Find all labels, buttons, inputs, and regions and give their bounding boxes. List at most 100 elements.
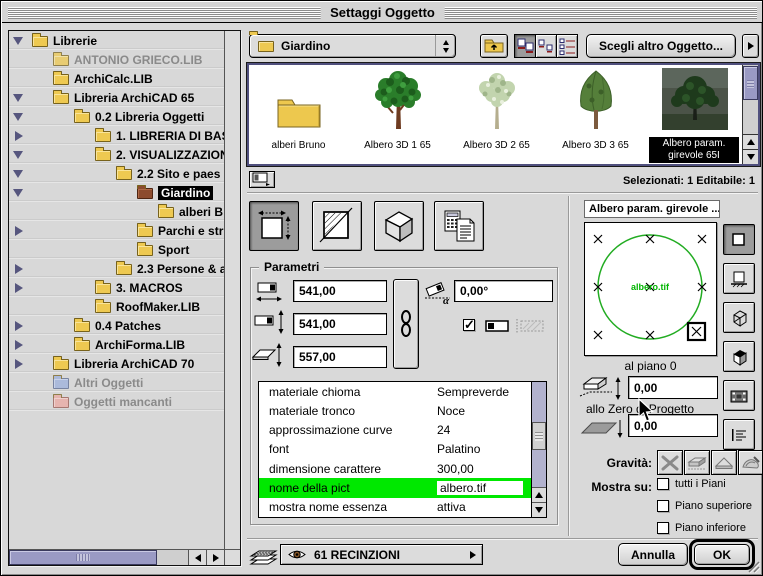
tree-item-2-2-sito-e-paes[interactable]: 2.2 Sito e paes	[9, 164, 224, 183]
tree-item-libreria-archicad-65[interactable]: Libreria ArchiCAD 65	[9, 88, 224, 107]
disclosure-triangle-icon[interactable]	[13, 189, 23, 197]
scroll-down-button[interactable]	[532, 502, 546, 517]
preview-2d-symbol-button[interactable]	[723, 224, 755, 255]
tab-3d-model[interactable]	[374, 201, 424, 251]
disclosure-triangle-icon[interactable]	[13, 170, 23, 178]
gravity-mesh-button[interactable]	[738, 450, 763, 475]
elevation-to-floor-input[interactable]	[628, 414, 718, 437]
width-input[interactable]	[293, 280, 387, 302]
preview-shaded-button[interactable]	[723, 341, 755, 372]
scrollbar-thumb[interactable]	[9, 550, 157, 565]
tree-item-roofmaker-lib[interactable]: RoofMaker.LIB	[9, 297, 224, 316]
disclosure-triangle-icon[interactable]	[15, 226, 23, 236]
tree-item-giardino[interactable]: Giardino	[9, 183, 224, 202]
scroll-right-button[interactable]	[206, 550, 224, 565]
parameter-row-materiale-chioma[interactable]: materiale chiomaSempreverde	[259, 382, 531, 401]
tree-item-label: Libreria ArchiCAD 70	[74, 357, 194, 371]
resize-grip-icon[interactable]	[747, 560, 760, 573]
scrollbar-thumb[interactable]	[743, 66, 758, 100]
parameter-row-materiale-tronco[interactable]: materiale troncoNoce	[259, 401, 531, 420]
checkbox-piano-superiore[interactable]	[657, 500, 669, 512]
title-bar[interactable]: Settaggi Oggetto	[2, 2, 763, 23]
tree-item-2-3-persone-a[interactable]: 2.3 Persone & a	[9, 259, 224, 278]
height-input[interactable]	[293, 346, 387, 368]
disclosure-triangle-icon[interactable]	[13, 113, 23, 121]
object-thumbnail-albero-3d-1-65[interactable]: Albero 3D 1 65	[348, 65, 447, 164]
tree-item-archiforma-lib[interactable]: ArchiForma.LIB	[9, 335, 224, 354]
up-folder-button[interactable]	[480, 34, 508, 58]
table-scrollbar[interactable]	[531, 382, 546, 517]
disclosure-triangle-icon[interactable]	[15, 340, 23, 350]
panel-layout-button[interactable]	[249, 171, 275, 188]
disclosure-triangle-icon[interactable]	[15, 131, 23, 141]
disclosure-triangle-icon[interactable]	[15, 283, 23, 293]
checkbox-piano-inferiore[interactable]	[657, 522, 669, 534]
tab-listing[interactable]	[434, 201, 484, 251]
tree-item-0-2-libreria-oggetti[interactable]: 0.2 Libreria Oggetti	[9, 107, 224, 126]
object-thumbnail-albero-param-girevole-65i[interactable]: Albero param. girevole 65I	[645, 65, 742, 164]
tree-item-antonio-grieco-lib[interactable]: ANTONIO GRIECO.LIB	[9, 50, 224, 69]
tree-item-altri-oggetti[interactable]: Altri Oggetti	[9, 373, 224, 392]
preview-description-button[interactable]	[723, 419, 755, 450]
parameter-value: albero.tif	[437, 481, 523, 495]
cancel-button[interactable]: Annulla	[618, 543, 688, 566]
tree-item-sport[interactable]: Sport	[9, 240, 224, 259]
disclosure-triangle-icon[interactable]	[13, 151, 23, 159]
tree-horizontal-scrollbar[interactable]	[9, 549, 224, 565]
scroll-up-button[interactable]	[743, 134, 758, 149]
layer-popup[interactable]: 61 RECINZIONI	[280, 544, 483, 565]
gravity-none-button[interactable]	[657, 450, 683, 475]
tree-item-alberi-b[interactable]: alberi B	[9, 202, 224, 221]
disclosure-triangle-icon[interactable]	[15, 359, 23, 369]
tab-section-2d[interactable]	[312, 201, 362, 251]
link-dimensions-button[interactable]	[393, 279, 419, 369]
tree-item-0-4-patches[interactable]: 0.4 Patches	[9, 316, 224, 335]
parameter-row-approssimazione-curve[interactable]: approssimazione curve24	[259, 421, 531, 440]
object-thumbnail-albero-3d-3-65[interactable]: Albero 3D 3 65	[546, 65, 645, 164]
parameter-row-nome-della-pict[interactable]: nome della pictalbero.tif	[259, 478, 531, 497]
scroll-left-button[interactable]	[188, 550, 206, 565]
gravity-roof-button[interactable]	[711, 450, 737, 475]
preview-front-view-button[interactable]	[723, 263, 755, 294]
browser-scrollbar[interactable]	[742, 65, 758, 164]
choose-other-object-button[interactable]: Scegli altro Oggetto...	[586, 34, 736, 58]
gravity-slab-button[interactable]	[684, 450, 710, 475]
scroll-down-button[interactable]	[743, 149, 758, 164]
parameter-row-mostra-nome-essenza[interactable]: mostra nome essenzaattiva	[259, 498, 531, 517]
scroll-up-button[interactable]	[532, 487, 546, 502]
parameter-row-dimensione-carattere[interactable]: dimensione carattere300,00	[259, 459, 531, 478]
tree-item-librerie[interactable]: Librerie	[9, 31, 224, 50]
tree-item-parchi-e-str[interactable]: Parchi e str	[9, 221, 224, 240]
preview-photorender-button[interactable]	[723, 380, 755, 411]
scrollbar-thumb[interactable]	[532, 422, 546, 450]
disclosure-triangle-icon[interactable]	[13, 37, 23, 45]
more-options-button[interactable]	[742, 34, 759, 58]
elevation-to-zero-input[interactable]	[628, 376, 718, 399]
object-thumbnail-albero-3d-2-65[interactable]: Albero 3D 2 65	[447, 65, 546, 164]
tree-item-1-libreria-di-bas[interactable]: 1. LIBRERIA DI BAS	[9, 126, 224, 145]
tree-vertical-scrollbar[interactable]	[224, 31, 240, 549]
parameter-row-font[interactable]: fontPalatino	[259, 440, 531, 459]
tree-item-archicalc-lib[interactable]: ArchiCalc.LIB	[9, 69, 224, 88]
mirror-checkbox[interactable]	[463, 319, 475, 331]
tree-item-label: 2. VISUALIZZAZION	[116, 148, 224, 162]
checkbox-tutti-i-piani[interactable]	[657, 478, 669, 490]
folder-popup[interactable]: Giardino	[249, 34, 456, 58]
object-thumbnail-alberi-bruno[interactable]: alberi Bruno	[249, 65, 348, 164]
tree-item-3-macros[interactable]: 3. MACROS	[9, 278, 224, 297]
ok-button[interactable]: OK	[694, 544, 750, 565]
tab-dimensions[interactable]	[249, 201, 299, 251]
preview-wireframe-button[interactable]	[723, 302, 755, 333]
disclosure-triangle-icon[interactable]	[15, 264, 23, 274]
depth-input[interactable]	[293, 313, 387, 335]
tree-item-oggetti-mancanti[interactable]: Oggetti mancanti	[9, 392, 224, 411]
disclosure-triangle-icon[interactable]	[13, 94, 23, 102]
tree-item-2-visualizzazion[interactable]: 2. VISUALIZZAZION	[9, 145, 224, 164]
disclosure-triangle-icon[interactable]	[15, 321, 23, 331]
parameter-value-editbox[interactable]: albero.tif	[437, 481, 523, 495]
rotation-angle-input[interactable]	[454, 280, 553, 302]
view-list-button[interactable]	[556, 34, 578, 58]
view-small-icons-button[interactable]	[535, 34, 557, 58]
tree-item-libreria-archicad-70[interactable]: Libreria ArchiCAD 70	[9, 354, 224, 373]
view-large-icons-button[interactable]	[514, 34, 536, 58]
